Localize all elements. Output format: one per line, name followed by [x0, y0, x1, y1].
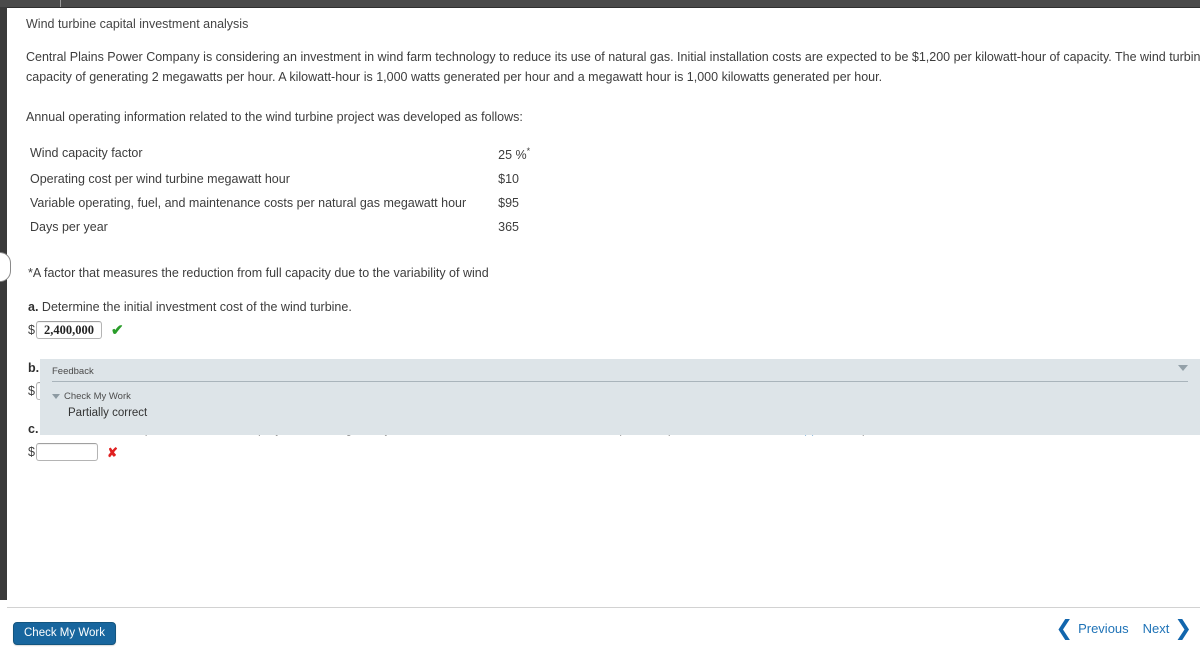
top-chrome-bar [0, 0, 1200, 8]
next-button[interactable]: Next ❯ [1142, 616, 1192, 640]
question-paragraph-2: Annual operating information related to … [26, 110, 523, 124]
table-row-value: $95 [476, 191, 544, 215]
table-row-label: Wind capacity factor [30, 146, 143, 161]
part-a-answer-input[interactable] [35, 321, 102, 340]
table-row: Wind capacity factor 25 %* [30, 139, 544, 167]
next-button-label: Next [1142, 620, 1170, 636]
question-title: Wind turbine capital investment analysis [26, 17, 249, 31]
part-b-letter: b. [28, 361, 40, 376]
part-c-answer-row: $ ✘ [28, 441, 1200, 463]
check-my-work-toggle[interactable]: Check My Work [52, 391, 1200, 402]
table-row: Operating cost per wind turbine megawatt… [30, 167, 544, 191]
previous-button-label: Previous [1078, 620, 1129, 636]
feedback-header: Feedback [52, 359, 1188, 382]
table-row: Days per year 365 [30, 215, 544, 239]
part-a-letter: a. [28, 300, 39, 315]
table-row-value: 25 %* [476, 139, 544, 167]
assumptions-table: Wind capacity factor 25 %* Operating cos… [30, 139, 544, 239]
table-row-label: Operating cost per wind turbine megawatt… [30, 172, 290, 187]
part-a-answer-row: $ ✔ [28, 319, 1200, 341]
table-row-label: Variable operating, fuel, and maintenanc… [30, 196, 467, 211]
question-content: Wind turbine capital investment analysis… [8, 8, 1200, 596]
previous-button[interactable]: ❮ Previous [1055, 616, 1129, 640]
feedback-panel: Feedback Check My Work Partially correct [40, 359, 1200, 435]
feedback-title: Feedback [52, 366, 94, 377]
check-my-work-toggle-label: Check My Work [64, 391, 131, 402]
table-row-label: Days per year [30, 220, 108, 235]
part-c-letter: c. [28, 422, 39, 437]
chevron-right-icon: ❯ [1174, 616, 1192, 640]
table-row-value-text: 365 [498, 220, 520, 235]
left-rail [0, 7, 7, 600]
table-row-value-text: $10 [498, 172, 520, 187]
part-a-correct-icon: ✔ [110, 321, 124, 339]
table-row-value: $10 [476, 167, 544, 191]
question-part-a: a. Determine the initial investment cost… [28, 300, 1200, 314]
table-row-value: 365 [476, 215, 544, 239]
part-a-prompt: Determine the initial investment cost of… [41, 300, 352, 315]
chrome-divider [60, 0, 61, 7]
navigation-controls: ❮ Previous Next ❯ [1055, 616, 1192, 640]
question-paragraph-1: Central Plains Power Company is consider… [26, 50, 1200, 84]
table-row: Variable operating, fuel, and maintenanc… [30, 191, 544, 215]
chevron-left-icon: ❮ [1055, 616, 1074, 640]
feedback-result-text: Partially correct [68, 407, 148, 419]
part-c-answer-input[interactable] [35, 443, 98, 462]
currency-symbol: $ [28, 384, 35, 399]
footnote-marker: * [526, 146, 531, 156]
footnote-text: *A factor that measures the reduction fr… [28, 266, 489, 281]
currency-symbol: $ [28, 323, 35, 338]
table-row-value-text: 25 % [498, 148, 527, 163]
currency-symbol: $ [28, 445, 35, 460]
part-c-incorrect-icon: ✘ [106, 444, 118, 460]
chevron-down-icon[interactable] [1178, 365, 1188, 371]
table-row-value-text: $95 [498, 196, 520, 211]
check-my-work-button[interactable]: Check My Work [13, 622, 116, 645]
triangle-down-icon [52, 394, 60, 399]
bottom-toolbar: Check My Work ❮ Previous Next ❯ [0, 608, 1200, 648]
